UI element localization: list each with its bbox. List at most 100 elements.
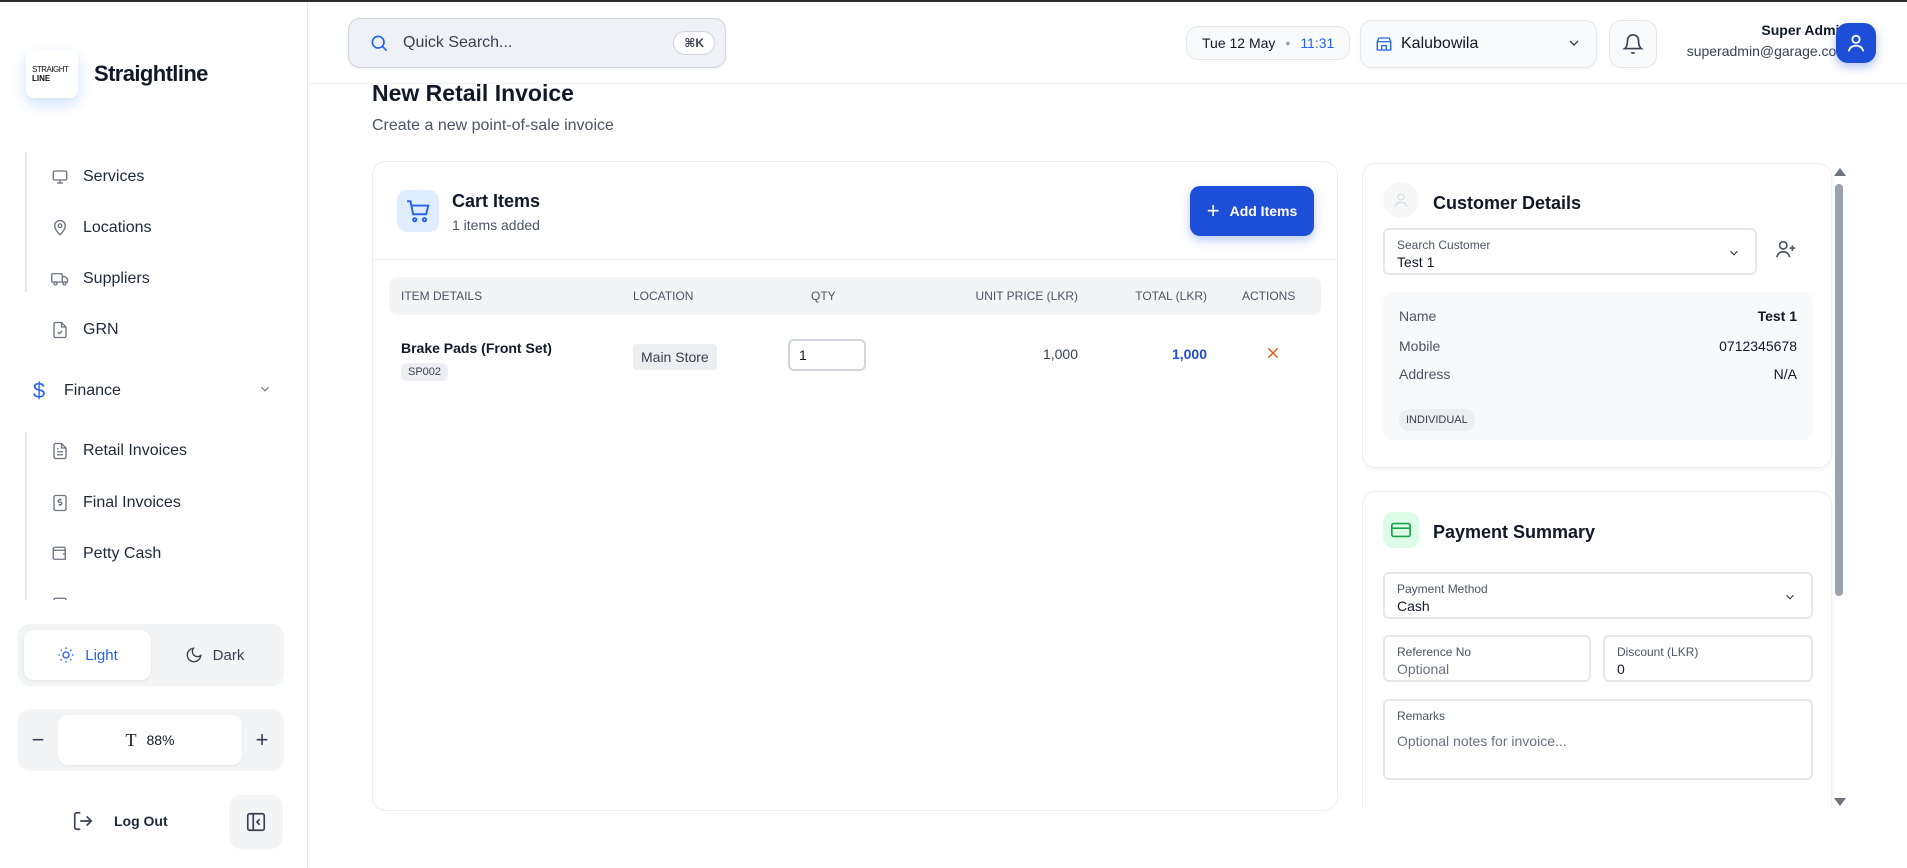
scroll-up-arrow[interactable] (1834, 168, 1846, 176)
user-info[interactable]: Super Admin superadmin@garage.com (1670, 22, 1848, 59)
truck-icon (50, 269, 70, 289)
monitor-settings-icon (50, 167, 70, 187)
item-name: Brake Pads (Front Set) (401, 340, 552, 356)
customer-search-select[interactable]: Search Customer Test 1 (1383, 228, 1757, 275)
zoom-out-button[interactable]: − (18, 727, 58, 753)
discount-value: 0 (1617, 661, 1625, 677)
cart-table-header: ITEM DETAILS LOCATION QTY UNIT PRICE (LK… (389, 277, 1321, 315)
customer-details-card: Customer Details Search Customer Test 1 … (1362, 163, 1832, 468)
qty-input[interactable] (788, 339, 866, 371)
remarks-placeholder: Optional notes for invoice... (1397, 733, 1567, 749)
logout-icon (73, 811, 93, 831)
user-name: Super Admin (1761, 22, 1848, 38)
collapse-sidebar-button[interactable] (229, 795, 283, 849)
avatar[interactable] (1836, 23, 1876, 63)
cart-title: Cart Items (452, 191, 541, 211)
sidebar-item-final-invoices[interactable]: Final Invoices (50, 488, 181, 518)
sidebar-item-cut-off[interactable] (50, 590, 83, 600)
logout-label: Log Out (114, 813, 168, 829)
quick-search[interactable]: Quick Search... ⌘K (348, 18, 726, 68)
sidebar-item-label: Locations (83, 219, 152, 236)
dollar-icon: $ (32, 378, 46, 403)
right-panel-scrollbar[interactable] (1832, 164, 1846, 810)
reference-no-field[interactable]: Reference No Optional (1383, 635, 1591, 682)
customer-details-title: Customer Details (1433, 193, 1582, 213)
item-sku-badge: SP002 (401, 363, 449, 381)
sidebar-group-finance[interactable]: $ Finance (28, 376, 278, 406)
search-icon (369, 33, 389, 53)
date-time-pill: Tue 12 May • 11:31 (1186, 26, 1351, 60)
file-check-icon (50, 320, 70, 340)
dollar-file-icon (50, 493, 70, 513)
payment-method-select[interactable]: Payment Method Cash (1383, 572, 1813, 619)
sidebar-item-services[interactable]: Services (50, 162, 144, 192)
file-text-icon (50, 441, 70, 461)
sidebar-group-label: Finance (64, 382, 121, 399)
sidebar-item-suppliers[interactable]: Suppliers (50, 264, 150, 294)
add-items-label: Add Items (1229, 203, 1298, 219)
customer-mobile: 0712345678 (1719, 338, 1797, 354)
sidebar-item-grn[interactable]: GRN (50, 315, 119, 345)
right-panel: Customer Details Search Customer Test 1 … (1362, 163, 1841, 808)
sidebar-nav[interactable]: Services Locations Suppliers GRN $ Finan… (0, 152, 308, 600)
chevron-down-icon (1566, 35, 1582, 56)
cart-count: 1 items added (452, 217, 540, 233)
sidebar-item-label: Final Invoices (83, 494, 181, 511)
remove-item-button[interactable] (1261, 341, 1285, 365)
search-placeholder: Quick Search... (403, 34, 513, 51)
sidebar-item-petty-cash[interactable]: Petty Cash (50, 539, 161, 569)
theme-dark-button[interactable]: Dark (151, 630, 278, 680)
add-customer-button[interactable] (1765, 228, 1807, 270)
user-plus-icon (1776, 240, 1796, 258)
mobile-label: Mobile (1399, 338, 1441, 354)
notifications-button[interactable] (1609, 20, 1657, 68)
payment-method-value: Cash (1397, 598, 1430, 614)
sidebar-item-retail-invoices[interactable]: Retail Invoices (50, 436, 187, 466)
brand-logo-line2: LINE (32, 74, 51, 83)
theme-light-button[interactable]: Light (24, 630, 151, 680)
font-zoom-control: − T 88% + (18, 709, 284, 771)
table-row: Brake Pads (Front Set) SP002 Main Store … (389, 330, 1321, 390)
col-location: LOCATION (633, 289, 694, 303)
cart-card: Cart Items 1 items added + Add Items ITE… (372, 161, 1338, 811)
customer-search-label: Search Customer (1397, 238, 1491, 252)
top-header: Quick Search... ⌘K Tue 12 May • 11:31 Ka… (309, 2, 1907, 84)
chevron-down-icon (258, 382, 272, 401)
file-icon (50, 595, 70, 600)
user-icon (1847, 34, 1865, 52)
selected-location: Kalubowila (1401, 35, 1479, 52)
name-label: Name (1399, 308, 1437, 324)
sidebar-item-label: Retail Invoices (83, 442, 188, 459)
theme-switcher: Light Dark (18, 624, 284, 686)
zoom-in-button[interactable]: + (242, 727, 282, 753)
discount-field[interactable]: Discount (LKR) 0 (1603, 635, 1813, 682)
chevron-down-icon (1783, 590, 1797, 609)
customer-name: Test 1 (1757, 308, 1797, 324)
location-select[interactable]: Kalubowila (1360, 20, 1597, 68)
col-unit-price: UNIT PRICE (LKR) (975, 289, 1078, 303)
payment-summary-title: Payment Summary (1433, 522, 1596, 542)
col-qty: QTY (811, 289, 836, 303)
col-total: TOTAL (LKR) (1135, 289, 1207, 303)
store-icon (1375, 35, 1393, 53)
address-label: Address (1399, 366, 1451, 382)
nav-sub-rail (25, 152, 27, 292)
payment-method-label: Payment Method (1397, 582, 1488, 596)
scroll-down-arrow[interactable] (1834, 798, 1846, 806)
remarks-field[interactable]: Remarks Optional notes for invoice... (1383, 699, 1813, 780)
customer-type-badge: INDIVIDUAL (1399, 409, 1475, 431)
user-email: superadmin@garage.com (1686, 43, 1848, 59)
theme-light-label: Light (85, 646, 118, 664)
payment-summary-card: Payment Summary Payment Method Cash Refe… (1362, 491, 1832, 808)
nav-sub-rail-finance (25, 432, 27, 600)
sidebar-item-locations[interactable]: Locations (50, 213, 152, 243)
discount-label: Discount (LKR) (1617, 645, 1699, 659)
scroll-thumb[interactable] (1835, 184, 1843, 596)
brand[interactable]: STRAIGHT LINE Straightline (26, 50, 208, 98)
current-time: 11:31 (1300, 35, 1335, 51)
map-pin-icon (50, 218, 70, 238)
sidebar-item-label: GRN (83, 321, 119, 338)
add-items-button[interactable]: + Add Items (1190, 186, 1314, 236)
logout-button[interactable]: Log Out (72, 810, 168, 832)
plus-icon: + (1206, 198, 1220, 223)
